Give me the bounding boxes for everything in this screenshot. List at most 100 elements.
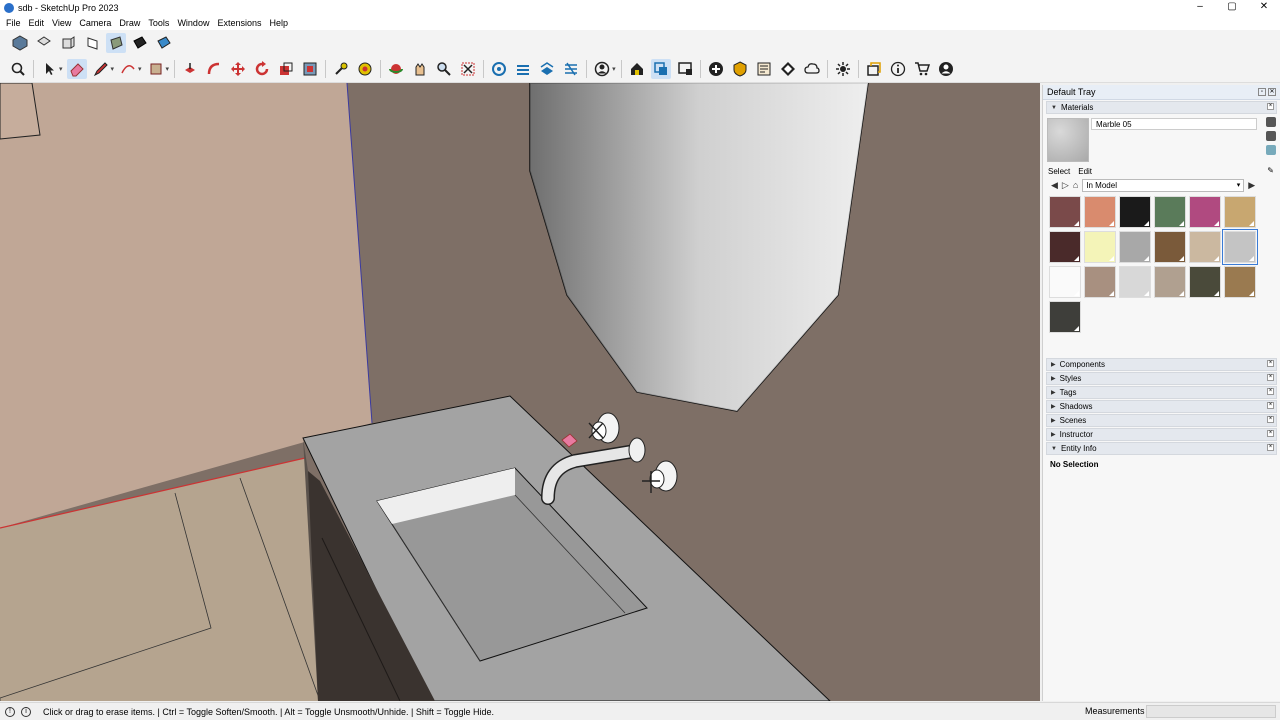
- material-swatch[interactable]: [1119, 266, 1151, 298]
- material-swatch[interactable]: [1119, 196, 1151, 228]
- material-swatch[interactable]: [1049, 301, 1081, 333]
- dropdown-caret-icon[interactable]: ▾: [59, 65, 63, 73]
- zoom-window-icon[interactable]: [458, 59, 478, 79]
- section-cuts-icon[interactable]: [513, 59, 533, 79]
- material-swatch[interactable]: [1084, 196, 1116, 228]
- display-secondary-pane-icon[interactable]: [1266, 117, 1276, 127]
- material-swatch[interactable]: [1189, 266, 1221, 298]
- extension-manager-icon[interactable]: [675, 59, 695, 79]
- generate-report-icon[interactable]: [754, 59, 774, 79]
- scale-icon[interactable]: [276, 59, 296, 79]
- trimble-connect-icon[interactable]: [802, 59, 822, 79]
- material-swatch[interactable]: [1119, 231, 1151, 263]
- scenes-panel-header[interactable]: ▶ Scenes ×: [1046, 414, 1277, 427]
- panel-close-icon[interactable]: ×: [1267, 402, 1274, 409]
- home-icon[interactable]: ⌂: [1073, 180, 1078, 190]
- select-arrow-icon[interactable]: [39, 59, 59, 79]
- dropdown-caret-icon[interactable]: ▾: [138, 65, 142, 73]
- geo-location-icon[interactable]: !: [5, 706, 15, 717]
- paint-bucket-icon[interactable]: [355, 59, 375, 79]
- create-material-icon[interactable]: [1266, 131, 1276, 141]
- material-swatch[interactable]: [1049, 266, 1081, 298]
- menu-extensions[interactable]: Extensions: [213, 18, 265, 28]
- panel-close-icon[interactable]: ×: [1267, 416, 1274, 423]
- material-swatch[interactable]: [1222, 229, 1258, 265]
- styles-panel-header[interactable]: ▶ Styles ×: [1046, 372, 1277, 385]
- close-button[interactable]: ✕: [1248, 0, 1280, 15]
- section-fill-icon[interactable]: [537, 59, 557, 79]
- tape-measure-icon[interactable]: [331, 59, 351, 79]
- material-swatch[interactable]: [1154, 196, 1186, 228]
- menu-draw[interactable]: Draw: [115, 18, 144, 28]
- tags-panel-header[interactable]: ▶ Tags ×: [1046, 386, 1277, 399]
- panel-close-icon[interactable]: ×: [1267, 444, 1274, 451]
- materials-panel-header[interactable]: ▼ Materials ×: [1046, 101, 1277, 114]
- eraser-icon[interactable]: [66, 58, 87, 79]
- warehouse-icon[interactable]: [627, 59, 647, 79]
- layout-icon[interactable]: [650, 58, 671, 79]
- user-account-icon[interactable]: [592, 59, 612, 79]
- display-section-icon[interactable]: [561, 59, 581, 79]
- material-name-field[interactable]: Marble 05: [1091, 118, 1257, 130]
- measurements-input[interactable]: [1146, 705, 1276, 718]
- library-select[interactable]: In Model ▾: [1082, 178, 1245, 192]
- info-icon[interactable]: [888, 59, 908, 79]
- front-view-icon[interactable]: [58, 33, 78, 53]
- material-swatch[interactable]: [1189, 231, 1221, 263]
- menu-edit[interactable]: Edit: [25, 18, 49, 28]
- 3d-viewport[interactable]: [0, 83, 1040, 701]
- pan-icon[interactable]: [410, 59, 430, 79]
- offset-icon[interactable]: [300, 59, 320, 79]
- add-location-icon[interactable]: [730, 59, 750, 79]
- menu-help[interactable]: Help: [265, 18, 292, 28]
- maximize-button[interactable]: ▢: [1216, 0, 1248, 15]
- push-pull-icon[interactable]: [180, 59, 200, 79]
- panel-close-icon[interactable]: ×: [1267, 430, 1274, 437]
- panel-close-icon[interactable]: ×: [1267, 360, 1274, 367]
- back-view-icon[interactable]: [106, 32, 126, 53]
- top-view-icon[interactable]: [34, 33, 54, 53]
- iso-view-icon[interactable]: [10, 33, 30, 53]
- shopping-cart-icon[interactable]: [912, 59, 932, 79]
- tray-close-icon[interactable]: ✕: [1268, 88, 1276, 96]
- rectangle-icon[interactable]: [146, 59, 166, 79]
- instructor-panel-header[interactable]: ▶ Instructor ×: [1046, 428, 1277, 441]
- sample-paint-icon[interactable]: ✎: [1267, 166, 1274, 175]
- details-arrow-icon[interactable]: ▶: [1248, 180, 1255, 191]
- menu-camera[interactable]: Camera: [75, 18, 115, 28]
- add-icon[interactable]: [706, 59, 726, 79]
- components-panel-header[interactable]: ▶ Components ×: [1046, 358, 1277, 371]
- dropdown-caret-icon[interactable]: ▾: [166, 65, 170, 73]
- material-swatch[interactable]: [1224, 266, 1256, 298]
- dropdown-caret-icon[interactable]: ▾: [612, 65, 616, 73]
- panel-close-icon[interactable]: ×: [1267, 388, 1274, 395]
- zoom-icon[interactable]: [434, 59, 454, 79]
- panel-close-icon[interactable]: ×: [1267, 103, 1274, 110]
- zoom-extents-icon[interactable]: [8, 59, 28, 79]
- window-panels-icon[interactable]: [864, 59, 884, 79]
- menu-window[interactable]: Window: [173, 18, 213, 28]
- section-plane-icon[interactable]: [489, 59, 509, 79]
- menu-file[interactable]: File: [2, 18, 25, 28]
- left-view-icon[interactable]: [130, 33, 150, 53]
- back-arrow-icon[interactable]: ◀: [1051, 180, 1058, 191]
- default-paint-icon[interactable]: [1266, 145, 1276, 155]
- extension-warehouse-icon[interactable]: [833, 59, 853, 79]
- move-icon[interactable]: [228, 59, 248, 79]
- tab-edit[interactable]: Edit: [1078, 167, 1092, 176]
- menu-view[interactable]: View: [48, 18, 75, 28]
- entity-info-panel-header[interactable]: ▼ Entity Info ×: [1046, 442, 1277, 455]
- material-swatch[interactable]: [1049, 196, 1081, 228]
- material-swatch[interactable]: [1224, 196, 1256, 228]
- orbit-icon[interactable]: [386, 59, 406, 79]
- minimize-button[interactable]: –: [1184, 0, 1216, 15]
- forward-arrow-icon[interactable]: ▷: [1062, 180, 1069, 191]
- material-swatch[interactable]: [1049, 231, 1081, 263]
- bottom-view-icon[interactable]: [154, 33, 174, 53]
- pencil-icon[interactable]: [91, 59, 111, 79]
- material-swatch[interactable]: [1084, 231, 1116, 263]
- pin-icon[interactable]: ▫: [1258, 88, 1266, 96]
- tab-select[interactable]: Select: [1048, 167, 1070, 176]
- material-swatch[interactable]: [1189, 196, 1221, 228]
- checkerboard-icon[interactable]: [778, 59, 798, 79]
